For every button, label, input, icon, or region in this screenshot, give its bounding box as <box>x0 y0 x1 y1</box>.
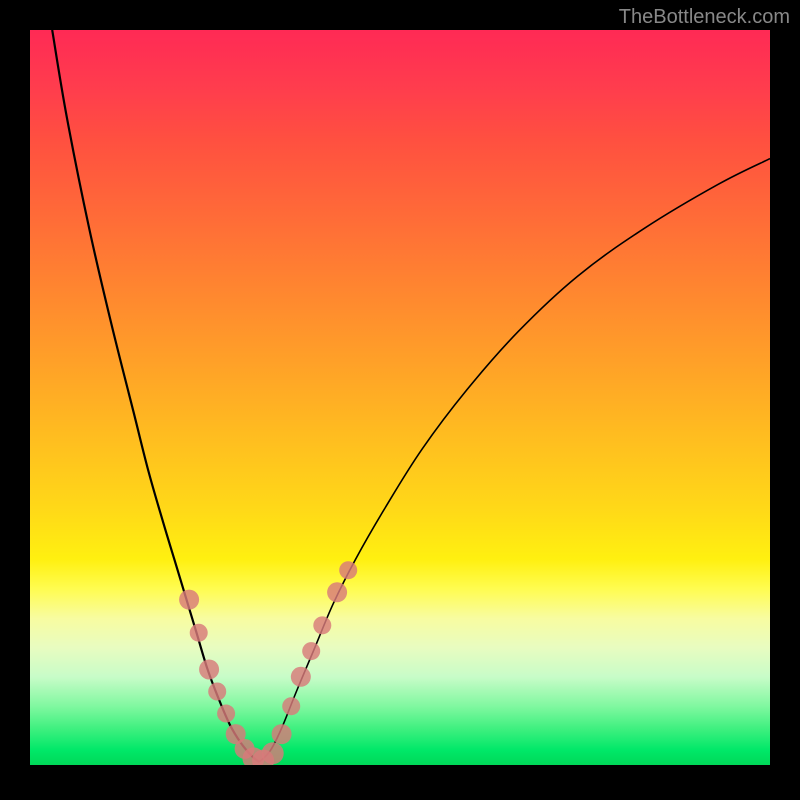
highlight-marker <box>208 683 226 701</box>
highlight-marker <box>226 724 246 744</box>
highlight-marker <box>252 750 274 765</box>
marker-group <box>179 561 357 765</box>
highlight-marker <box>282 697 300 715</box>
highlight-marker <box>327 582 347 602</box>
curve-right <box>259 159 770 762</box>
highlight-marker <box>313 616 331 634</box>
highlight-marker <box>179 590 199 610</box>
plot-area <box>30 30 770 765</box>
highlight-marker <box>217 705 235 723</box>
highlight-marker <box>262 742 284 764</box>
watermark-text: TheBottleneck.com <box>619 6 790 29</box>
highlight-marker <box>235 739 255 759</box>
highlight-marker <box>291 667 311 687</box>
highlight-marker <box>302 642 320 660</box>
curve-left <box>52 30 259 762</box>
highlight-marker <box>190 624 208 642</box>
highlight-marker <box>242 747 264 765</box>
curve-svg <box>30 30 770 765</box>
highlight-marker <box>272 724 292 744</box>
chart-container: TheBottleneck.com <box>0 0 800 800</box>
highlight-marker <box>199 659 219 679</box>
highlight-marker <box>339 561 357 579</box>
